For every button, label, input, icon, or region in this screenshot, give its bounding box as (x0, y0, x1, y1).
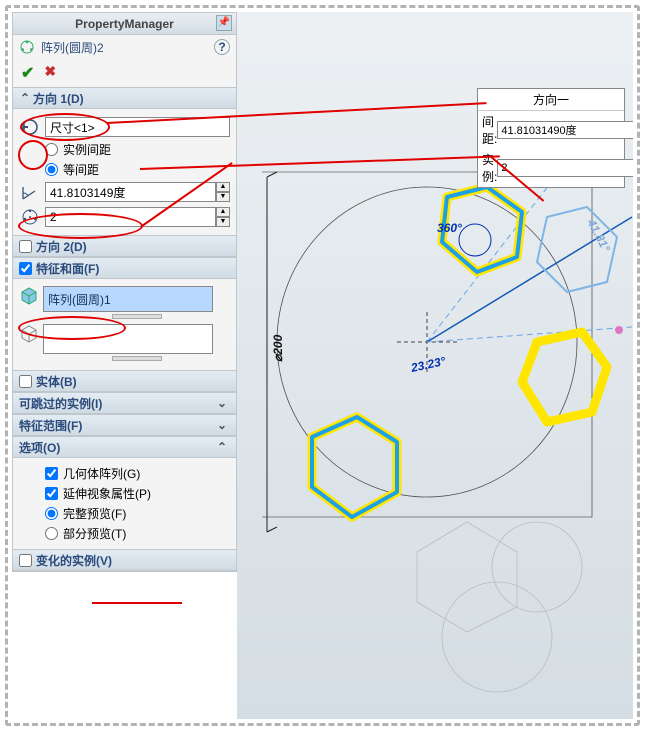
circular-pattern-icon (19, 39, 35, 55)
section-direction2[interactable]: 方向 2(D) (13, 235, 236, 257)
angle-row: ▲▼ (19, 181, 230, 203)
dim-23: 23.23° (409, 354, 447, 375)
full-preview-label: 完整预览(F) (63, 505, 126, 522)
section-varied[interactable]: 变化的实例(V) (13, 549, 236, 571)
pin-button[interactable]: 📌 (216, 15, 232, 31)
property-manager-panel: PropertyManager 📌 阵列(圆周)2 ? ✔ ✖ ⌃ 方向 1(D… (12, 12, 237, 572)
direction2-checkbox[interactable] (19, 240, 32, 253)
partial-preview-radio[interactable] (45, 527, 58, 540)
propagate-row[interactable]: 延伸视象属性(P) (45, 485, 230, 502)
features-list-item: 阵列(圆周)1 (48, 291, 111, 308)
section-skip-label: 可跳过的实例(I) (19, 395, 102, 412)
propagate-label: 延伸视象属性(P) (63, 485, 151, 502)
section-options-label: 选项(O) (19, 439, 60, 456)
count-spinner[interactable]: ▲▼ (216, 207, 230, 227)
geom-pattern-row[interactable]: 几何体阵列(G) (45, 465, 230, 482)
feature-name-row: 阵列(圆周)2 ? (13, 35, 236, 59)
features-listbox[interactable]: 阵列(圆周)1 (43, 286, 213, 312)
bodies-checkbox[interactable] (19, 375, 32, 388)
equal-radio[interactable] (45, 163, 58, 176)
spacing-radio-row[interactable]: 实例间距 (45, 141, 230, 158)
ok-cancel-row: ✔ ✖ (13, 59, 236, 87)
dim-41: 41.81° (584, 216, 613, 254)
count-input[interactable] (45, 207, 216, 227)
faces-resize-handle[interactable] (112, 356, 162, 361)
cancel-button[interactable]: ✖ (44, 63, 56, 83)
expand-icon: ⌄ (216, 418, 228, 432)
partial-preview-row[interactable]: 部分预览(T) (45, 525, 230, 542)
equal-radio-row[interactable]: 等间距 (45, 161, 230, 178)
dim-diameter: ⌀200 (271, 334, 285, 362)
feature-cube-icon (19, 286, 39, 306)
count-row: ▲▼ (19, 206, 230, 228)
feature-name-label: 阵列(圆周)2 (41, 39, 104, 56)
section-direction1-label: 方向 1(D) (33, 90, 84, 107)
propagate-checkbox[interactable] (45, 487, 58, 500)
collapse-icon: ⌃ (216, 440, 228, 454)
section-bodies-label: 实体(B) (36, 373, 77, 390)
angle-spinner[interactable]: ▲▼ (216, 182, 230, 202)
section-bodies[interactable]: 实体(B) (13, 370, 236, 392)
graphics-viewport[interactable]: ⌀200 360° 23.23° 41.81° (237, 12, 633, 719)
dim-360: 360° (437, 221, 462, 235)
callout-inst-input[interactable] (497, 159, 633, 177)
callout-spacing-label: 间距: (482, 113, 497, 147)
section-features-faces-label: 特征和面(F) (36, 260, 99, 277)
callout-inst-label: 实例: (482, 151, 497, 185)
face-cube-icon (19, 324, 39, 344)
callout-title: 方向一 (478, 89, 624, 111)
callout-spacing-input[interactable] (497, 121, 633, 139)
pm-header: PropertyManager 📌 (13, 13, 236, 35)
angle-input[interactable] (45, 182, 216, 202)
angle-icon (19, 181, 41, 203)
expand-icon: ⌄ (216, 396, 228, 410)
full-preview-row[interactable]: 完整预览(F) (45, 505, 230, 522)
list-resize-handle[interactable] (112, 314, 162, 319)
section-skip[interactable]: 可跳过的实例(I) ⌄ (13, 392, 236, 414)
full-preview-radio[interactable] (45, 507, 58, 520)
spacing-radio[interactable] (45, 143, 58, 156)
annotation-underline (92, 602, 182, 604)
section-scope[interactable]: 特征范围(F) ⌄ (13, 414, 236, 436)
direction-callout[interactable]: 方向一 间距: ▲▼ 实例: ▲▼ (477, 88, 625, 188)
section-varied-label: 变化的实例(V) (36, 552, 112, 569)
spacing-radio-label: 实例间距 (63, 141, 111, 158)
axis-row (19, 116, 230, 138)
section-options[interactable]: 选项(O) ⌃ (13, 436, 236, 458)
varied-checkbox[interactable] (19, 554, 32, 567)
section-features-faces[interactable]: 特征和面(F) (13, 257, 236, 279)
section-direction2-label: 方向 2(D) (36, 238, 87, 255)
help-button[interactable]: ? (214, 39, 230, 55)
geom-pattern-checkbox[interactable] (45, 467, 58, 480)
section-scope-label: 特征范围(F) (19, 417, 82, 434)
collapse-icon: ⌃ (19, 91, 31, 105)
features-faces-checkbox[interactable] (19, 262, 32, 275)
geom-pattern-label: 几何体阵列(G) (63, 465, 140, 482)
axis-input[interactable] (45, 117, 230, 137)
pm-title: PropertyManager (75, 17, 174, 31)
instances-icon (19, 206, 41, 228)
partial-preview-label: 部分预览(T) (63, 525, 126, 542)
ok-button[interactable]: ✔ (21, 63, 34, 83)
section-direction1[interactable]: ⌃ 方向 1(D) (13, 87, 236, 109)
equal-radio-label: 等间距 (63, 161, 99, 178)
reverse-direction-icon[interactable] (19, 116, 41, 138)
faces-listbox[interactable] (43, 324, 213, 354)
